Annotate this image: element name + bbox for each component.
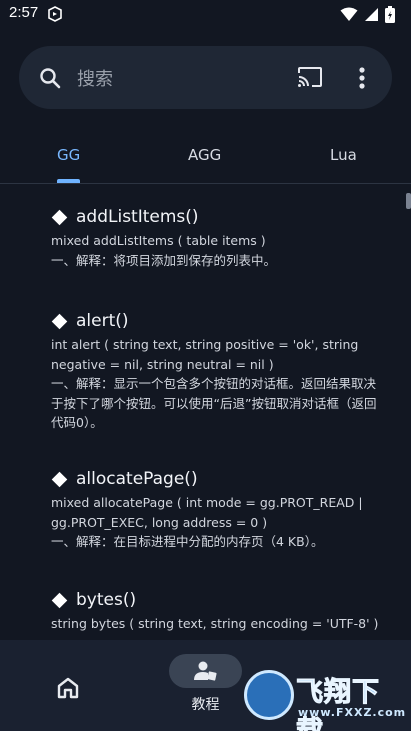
diamond-bullet-icon — [51, 209, 68, 225]
diamond-bullet-icon — [51, 592, 68, 608]
entry-title: addListItems() — [76, 207, 199, 227]
search-bar[interactable]: 搜索 — [19, 46, 392, 109]
tab-lua[interactable]: Lua — [330, 146, 357, 164]
tutorial-nav-button[interactable] — [169, 654, 242, 688]
status-bar: 2:57 — [0, 0, 411, 30]
function-list[interactable]: addListItems() mixed addListItems ( tabl… — [0, 185, 411, 640]
entry-signature: int alert ( string text, string positive… — [51, 337, 359, 372]
tab-agg[interactable]: AGG — [188, 146, 221, 164]
diamond-bullet-icon — [51, 313, 68, 329]
entry-title: allocatePage() — [76, 469, 198, 489]
list-item[interactable]: alert() int alert ( string text, string … — [51, 311, 381, 433]
watermark-emblem-icon — [244, 670, 294, 720]
notification-icon — [48, 6, 62, 22]
watermark-text: 飞翔下载 — [296, 677, 380, 731]
active-tab-indicator — [57, 179, 80, 183]
cast-icon[interactable] — [297, 66, 323, 88]
entry-title: bytes() — [76, 590, 137, 610]
tutorial-icon — [194, 661, 217, 681]
battery-icon — [385, 6, 395, 23]
more-options-icon[interactable] — [353, 64, 371, 92]
search-input[interactable]: 搜索 — [77, 65, 113, 91]
entry-signature: mixed allocatePage ( int mode = gg.PROT_… — [51, 495, 363, 530]
list-item[interactable]: allocatePage() mixed allocatePage ( int … — [51, 469, 381, 552]
status-icons — [340, 6, 395, 23]
entry-signature: string bytes ( string text, string encod… — [51, 616, 379, 631]
entry-signature: mixed addListItems ( table items ) — [51, 233, 266, 248]
diamond-bullet-icon — [51, 471, 68, 487]
wifi-icon — [340, 7, 358, 21]
search-icon[interactable] — [39, 67, 61, 89]
entry-description: 一、解释：在目标进程中分配的内存页（4 KB）。 — [51, 534, 324, 549]
tab-bar: GG AGG Lua — [0, 132, 411, 184]
status-time: 2:57 — [9, 4, 39, 21]
watermark-url: www.FXXZ.com — [298, 706, 407, 719]
list-item[interactable]: bytes() string bytes ( string text, stri… — [51, 590, 381, 634]
scrollbar[interactable] — [406, 193, 411, 209]
entry-description: 一、解释：将项目添加到保存的列表中。 — [51, 252, 277, 268]
cell-signal-icon — [365, 8, 378, 21]
entry-description: 一、解释：显示一个包含多个按钮的对话框。返回结果取决于按下了哪个按钮。可以使用“… — [51, 376, 377, 430]
entry-title: alert() — [76, 311, 129, 331]
tab-gg[interactable]: GG — [57, 146, 80, 164]
list-item[interactable]: addListItems() mixed addListItems ( tabl… — [51, 207, 381, 270]
watermark-logo: 飞翔下载 www.FXXZ.com — [244, 666, 407, 731]
